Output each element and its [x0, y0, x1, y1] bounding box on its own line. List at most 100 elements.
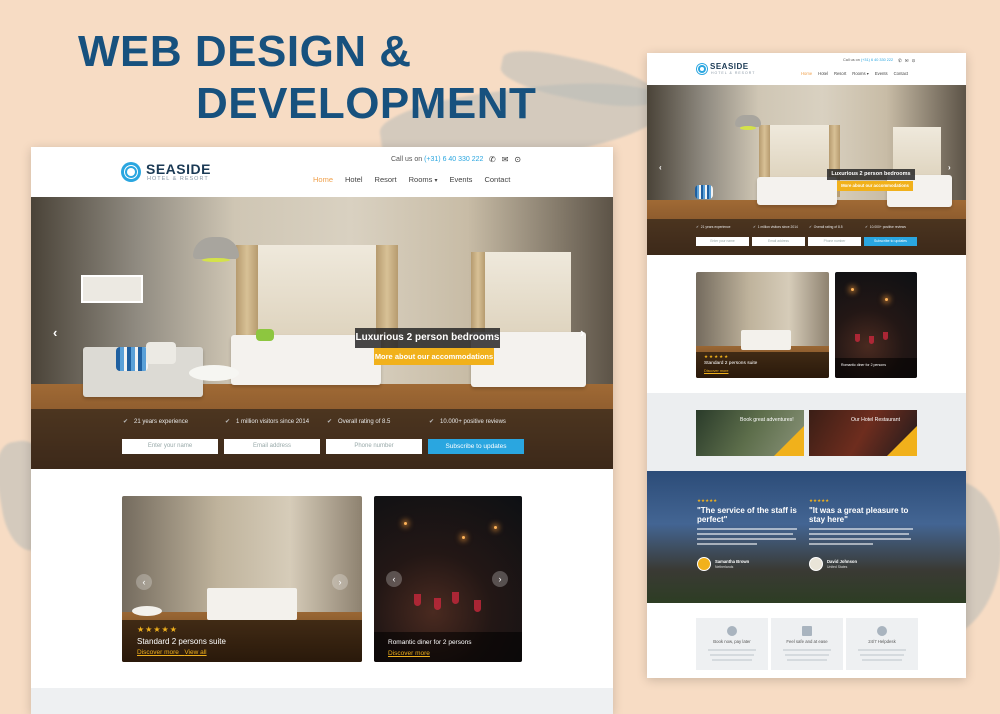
check-icon: ✔ [327, 419, 333, 425]
discover-more-link[interactable]: Discover more [704, 369, 728, 373]
testimonial-text-line [809, 528, 913, 530]
name-input[interactable]: Enter your name [122, 439, 218, 454]
dinner-card[interactable]: ‹ › Romantic diner for 2 persons Discove… [374, 496, 522, 662]
card-wine-glass [452, 592, 459, 604]
check-icon: ✔ [809, 225, 812, 229]
nav-item-home[interactable]: Home [313, 175, 333, 184]
nav-item-contact[interactable]: Contact [894, 71, 908, 76]
arrow-right-icon[interactable]: › [580, 325, 584, 340]
location-icon[interactable]: ⊙ [514, 155, 521, 164]
hero-bed [757, 177, 837, 205]
testimonial-text-line [697, 533, 793, 535]
nav-item-contact[interactable]: Contact [484, 175, 510, 184]
card-links: Discover more View all [137, 649, 207, 656]
arrow-left-icon[interactable]: ‹ [386, 571, 402, 587]
card-title: Standard 2 persons suite [137, 637, 226, 646]
feature-text: 10.000+ positive reviews [440, 419, 506, 425]
money-icon [727, 626, 737, 636]
location-icon[interactable]: ⊙ [912, 58, 916, 64]
name-input[interactable]: Enter your name [696, 237, 749, 246]
testimonial-text-line [809, 543, 873, 545]
avatar [809, 557, 823, 571]
arrow-left-icon[interactable]: ‹ [53, 325, 57, 340]
feature-item: ✔ 1 million visitors since 2014 [225, 418, 309, 425]
hero-info-band: ✔ 21 years experience ✔ 1 million visitors… [647, 219, 966, 255]
phone-number-link[interactable]: (+31) 6 40 330 222 [861, 58, 893, 62]
nav-item-events[interactable]: Events [875, 71, 888, 76]
phone-number-link[interactable]: (+31) 6 40 330 222 [424, 156, 483, 163]
feature-item: ✔ Overall rating of 8.5 [327, 418, 390, 425]
adventure-banner[interactable]: Book great adventures! [696, 410, 804, 456]
nav-item-hotel[interactable]: Hotel [818, 71, 828, 76]
dinner-card-small[interactable]: Romantic diner for 2 persons [835, 272, 917, 378]
testimonial-quote: "It was a great pleasure to stay here" [809, 506, 909, 524]
view-all-link[interactable]: View all [184, 649, 206, 656]
nav-item-rooms[interactable]: Rooms ▾ [409, 175, 438, 184]
room-card-small[interactable]: ★★★★★ Standard 2 persons suite Discover … [696, 272, 829, 378]
card-title: Romantic diner for 2 persons [388, 639, 472, 646]
card-info-band [835, 358, 917, 378]
phone-input[interactable]: Phone number [808, 237, 861, 246]
service-card: 24/7 Helpdesk [846, 618, 918, 670]
testimonial-text-line [697, 528, 797, 530]
hero-caption-title: Luxurious 2 person bedrooms [827, 169, 915, 180]
testimonial-text-line [809, 533, 909, 535]
nav-item-rooms-label: Rooms [852, 71, 866, 76]
testimonials-section: ★★★★★ "The service of the staff is perfe… [647, 471, 966, 603]
phone-icon [877, 626, 887, 636]
call-us-line: Call us on (+31) 6 40 330 222 [391, 156, 483, 163]
discover-more-link[interactable]: Discover more [388, 650, 430, 657]
arrow-left-icon[interactable]: ‹ [136, 574, 152, 590]
hero-cushion [695, 185, 713, 199]
mail-icon[interactable]: ✉ [905, 58, 909, 64]
feature-item: ✔ 21 years experience [696, 225, 730, 229]
nav-item-resort[interactable]: Resort [375, 175, 397, 184]
card-wine-glass [474, 600, 481, 612]
nav-item-rooms[interactable]: Rooms ▾ [852, 71, 869, 76]
arrow-left-icon[interactable]: ‹ [659, 163, 662, 172]
nav-item-events[interactable]: Events [450, 175, 473, 184]
rating-stars: ★★★★★ [697, 498, 718, 503]
phone-icon[interactable]: ✆ [489, 155, 496, 164]
subscribe-button[interactable]: Subscribe to updates [864, 237, 917, 246]
phone-input[interactable]: Phone number [326, 439, 422, 454]
banner-corner [887, 426, 917, 456]
room-card[interactable]: ‹ › ★★★★★ Standard 2 persons suite Disco… [122, 496, 362, 662]
testimonial-text-line [697, 543, 757, 545]
chevron-down-icon: ▾ [866, 71, 869, 76]
brand-name[interactable]: SEASIDE [146, 161, 211, 177]
hero-cta-button[interactable]: More about our accommodations [837, 181, 913, 191]
arrow-right-icon[interactable]: › [332, 574, 348, 590]
service-card: Feel safe and at ease [771, 618, 843, 670]
brand-name[interactable]: SEASIDE [710, 62, 749, 71]
hero-info-band: ✔ 21 years experience ✔ 1 million visitors… [31, 409, 613, 469]
hero-slider: Luxurious 2 person bedrooms More about o… [31, 197, 613, 469]
feature-item: ✔ 10.000+ positive reviews [429, 418, 506, 425]
feature-text: 1 million visitors since 2014 [757, 225, 798, 229]
email-input[interactable]: Email address [752, 237, 805, 246]
nav-item-home[interactable]: Home [801, 71, 812, 76]
testimonial-name: David Johnson [827, 559, 858, 564]
check-icon: ✔ [429, 419, 435, 425]
nav-item-resort[interactable]: Resort [834, 71, 846, 76]
service-text-line [785, 654, 829, 656]
arrow-right-icon[interactable]: › [948, 163, 951, 172]
service-card: Book now, pay later [696, 618, 768, 670]
hero-cta-button[interactable]: More about our accommodations [374, 348, 494, 365]
card-light [462, 536, 465, 539]
discover-more-link[interactable]: Discover more [137, 649, 179, 656]
mail-icon[interactable]: ✉ [502, 155, 509, 164]
nav-item-rooms-label: Rooms [408, 175, 433, 184]
arrow-right-icon[interactable]: › [492, 571, 508, 587]
phone-icon[interactable]: ✆ [898, 58, 902, 64]
site-header-small: SEASIDE HOTEL & RESORT Call us on (+31) … [647, 53, 966, 85]
hero-cushion [146, 342, 176, 364]
nav-item-hotel[interactable]: Hotel [345, 175, 363, 184]
subscribe-button[interactable]: Subscribe to updates [428, 439, 524, 454]
service-title: Feel safe and at ease [786, 639, 828, 644]
email-input[interactable]: Email address [224, 439, 320, 454]
service-title: 24/7 Helpdesk [868, 639, 896, 644]
restaurant-banner[interactable]: Our Hotel Restaurant [809, 410, 917, 456]
header-icons: ✆ ✉ ⊙ [898, 58, 915, 64]
banner-title: Book great adventures! [740, 417, 794, 423]
